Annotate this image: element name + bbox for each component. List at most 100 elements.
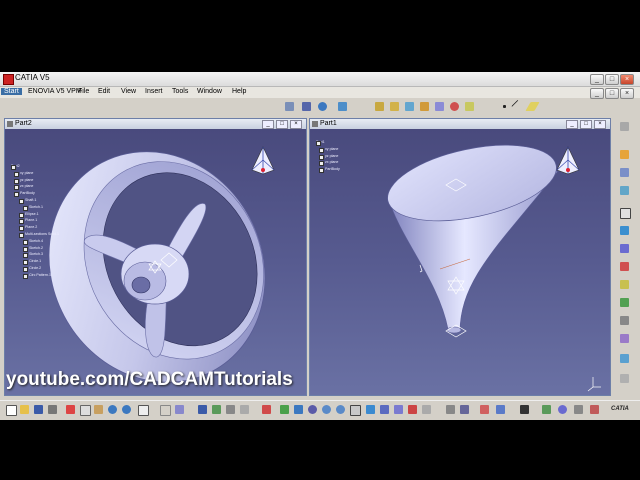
tree-node[interactable]: Circle.2	[23, 265, 59, 272]
pad-icon[interactable]	[375, 102, 384, 111]
tree-node[interactable]: PartBody	[14, 190, 59, 197]
undo-icon[interactable]	[108, 405, 117, 414]
save-icon[interactable]	[34, 405, 43, 414]
grid-icon[interactable]	[460, 405, 469, 414]
menu-window[interactable]: Window	[197, 88, 222, 95]
dimension-icon[interactable]	[496, 405, 505, 414]
tree-node[interactable]: Plane.1	[19, 217, 59, 225]
part1-close-button[interactable]: ×	[594, 120, 606, 129]
pad-icon[interactable]	[620, 150, 629, 159]
rotate-view-icon[interactable]	[308, 405, 317, 414]
part2-maximize-button[interactable]: □	[276, 120, 288, 129]
part2-window[interactable]: Part2 _ □ × Part2 xy plane yz plane zx p…	[4, 118, 307, 396]
hole-icon[interactable]	[435, 102, 444, 111]
part1-minimize-button[interactable]: _	[566, 120, 578, 129]
tree-node[interactable]: Ellipse.1	[19, 211, 59, 218]
normal-view-icon[interactable]	[350, 405, 361, 416]
tree-node[interactable]: zx plane	[14, 183, 59, 191]
part2-minimize-button[interactable]: _	[262, 120, 274, 129]
groove-icon[interactable]	[420, 102, 429, 111]
tree-node[interactable]: Circle.1	[23, 258, 59, 265]
tree-node[interactable]: Sketch.3	[23, 251, 59, 259]
hide-show-icon[interactable]	[408, 405, 417, 414]
render-icon[interactable]	[542, 405, 551, 414]
shell-icon[interactable]	[620, 262, 629, 271]
remove-face-icon[interactable]	[620, 316, 629, 325]
measure-icon[interactable]	[226, 405, 235, 414]
slot-icon[interactable]	[465, 102, 474, 111]
tree-node[interactable]: yz plane	[14, 177, 59, 184]
thickness-icon[interactable]	[620, 280, 629, 289]
shading-icon[interactable]	[380, 405, 389, 414]
stop-icon[interactable]	[590, 405, 599, 414]
tree-node[interactable]: yz plane	[319, 153, 340, 160]
constraint-icon[interactable]	[480, 405, 489, 414]
print-icon[interactable]	[48, 405, 57, 414]
shaft-icon[interactable]	[405, 102, 414, 111]
menu-help[interactable]: Help	[232, 88, 246, 95]
catalog-icon[interactable]	[212, 405, 221, 414]
draft-icon[interactable]	[620, 244, 629, 253]
tree-node[interactable]: Sketch.4	[23, 238, 59, 245]
pocket-icon[interactable]	[390, 102, 399, 111]
edges-icon[interactable]	[394, 405, 403, 414]
part1-viewport[interactable]: Part1 xy plane yz plane zx plane PartBod…	[310, 129, 610, 395]
law-icon[interactable]	[175, 405, 184, 414]
pocket-icon[interactable]	[620, 168, 629, 177]
cut-icon[interactable]	[66, 405, 75, 414]
chamfer-icon[interactable]	[620, 226, 629, 235]
fly-icon[interactable]	[262, 405, 271, 414]
menu-file[interactable]: File	[78, 88, 89, 95]
menu-edit[interactable]: Edit	[98, 88, 110, 95]
zoom-out-icon[interactable]	[336, 405, 345, 414]
compass-icon[interactable]	[251, 146, 275, 175]
tree-node[interactable]: xy plane	[319, 146, 340, 153]
thread-icon[interactable]	[620, 298, 629, 307]
tree-node[interactable]: xy plane	[14, 170, 59, 177]
pattern-icon[interactable]	[620, 354, 629, 363]
lamp-icon[interactable]	[558, 405, 567, 414]
tree-node[interactable]: Sketch.2	[23, 245, 59, 252]
tree-node[interactable]: Shaft.1	[19, 197, 59, 204]
redo-icon[interactable]	[122, 405, 131, 414]
point-icon[interactable]	[503, 105, 506, 108]
doc-close-button[interactable]: ×	[620, 88, 634, 99]
rotate-icon[interactable]	[318, 102, 327, 111]
minimize-button[interactable]: _	[590, 74, 604, 85]
cut-icon[interactable]	[302, 102, 311, 111]
part1-maximize-button[interactable]: □	[580, 120, 592, 129]
part2-close-button[interactable]: ×	[290, 120, 302, 129]
iso-view-icon[interactable]	[366, 405, 375, 414]
tree-node[interactable]: Part1	[316, 139, 340, 146]
open-icon[interactable]	[20, 405, 29, 414]
material-icon[interactable]	[574, 405, 583, 414]
menu-tools[interactable]: Tools	[172, 88, 188, 95]
update-icon[interactable]	[285, 102, 294, 111]
tree-node[interactable]: Multi-sections Solid.1	[19, 231, 59, 238]
tree-node[interactable]: zx plane	[319, 159, 340, 167]
tree-node[interactable]: Sketch.1	[23, 204, 59, 211]
sketch-icon[interactable]	[620, 208, 631, 219]
part2-viewport[interactable]: Part2 xy plane yz plane zx plane PartBod…	[5, 129, 306, 395]
inertia-icon[interactable]	[240, 405, 249, 414]
close-button[interactable]: ×	[620, 74, 634, 85]
sketcher-icon[interactable]	[620, 122, 629, 131]
paste-icon[interactable]	[94, 405, 103, 414]
zoom-icon[interactable]	[322, 405, 331, 414]
menu-start[interactable]: Start	[1, 88, 22, 95]
menu-view[interactable]: View	[121, 88, 136, 95]
new-icon[interactable]	[6, 405, 17, 416]
line-icon[interactable]	[511, 99, 525, 114]
scale-icon[interactable]	[620, 374, 629, 383]
formula-icon[interactable]	[160, 405, 171, 416]
tree-node[interactable]: Circ Pattern.1	[23, 272, 59, 279]
compass-icon[interactable]	[556, 146, 580, 175]
snap-icon[interactable]	[446, 405, 455, 414]
pan-icon[interactable]	[294, 405, 303, 414]
tree-node[interactable]: PartBody	[319, 166, 340, 173]
mirror-icon[interactable]	[620, 334, 629, 343]
doc-minimize-button[interactable]: _	[590, 88, 604, 99]
part1-window[interactable]: Part1 _ □ × Part1 xy plane yz plane zx p…	[309, 118, 611, 396]
menu-enovia[interactable]: ENOVIA V5 VPM	[28, 88, 82, 95]
view-icon[interactable]	[338, 102, 347, 111]
